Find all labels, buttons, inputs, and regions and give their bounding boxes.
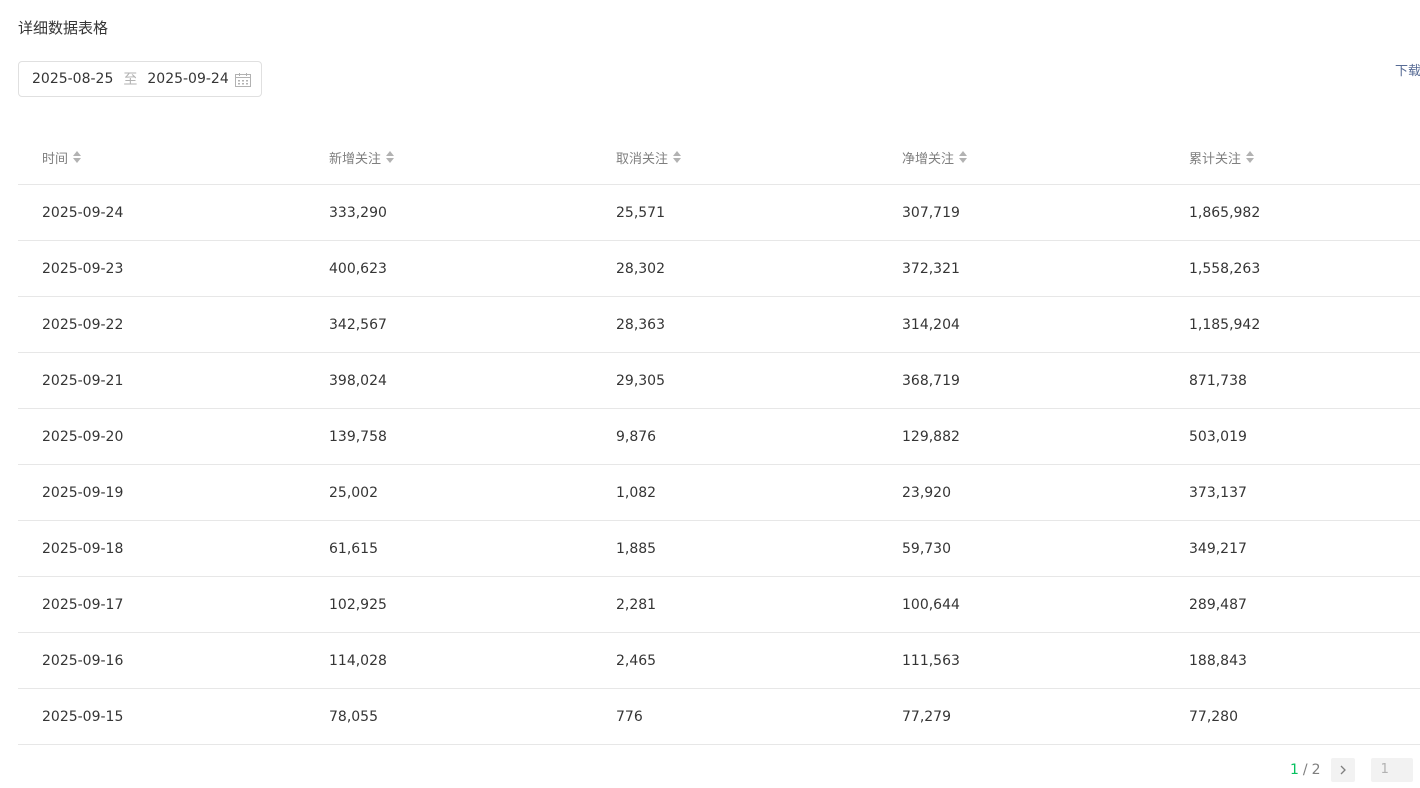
table-cell: 29,305 <box>616 372 665 389</box>
table-cell: 188,843 <box>1189 652 1247 669</box>
table-cell: 2025-09-21 <box>42 372 124 389</box>
data-table-panel: 详细数据表格 2025-08-25 至 2025-09-24 下载 时间 新增关注… <box>0 0 1420 788</box>
sort-icon[interactable] <box>958 150 968 164</box>
column-header-label: 净增关注 <box>902 151 955 167</box>
table-cell: 2025-09-16 <box>42 652 124 669</box>
table-cell: 2025-09-24 <box>42 204 124 221</box>
sort-icon[interactable] <box>385 150 395 164</box>
table-cell: 139,758 <box>329 428 387 445</box>
table-row: 2025-09-23 400,623 28,302 372,321 1,558,263 <box>18 241 1420 297</box>
sort-icon[interactable] <box>672 150 682 164</box>
chevron-right-icon <box>1340 765 1346 775</box>
table-row: 2025-09-20 139,758 9,876 129,882 503,019 <box>18 409 1420 465</box>
end-date[interactable]: 2025-09-24 <box>147 71 228 87</box>
total-pages: 2 <box>1311 762 1321 778</box>
table-row: 2025-09-16 114,028 2,465 111,563 188,843 <box>18 633 1420 689</box>
table-cell: 25,002 <box>329 484 378 501</box>
table-cell: 373,137 <box>1189 484 1247 501</box>
table-cell: 1,885 <box>616 540 657 557</box>
table-cell: 2025-09-23 <box>42 260 124 277</box>
pagination: 1 / 2 1 <box>1290 758 1413 782</box>
table-cell: 2,465 <box>616 652 657 669</box>
next-page-button[interactable] <box>1330 758 1355 782</box>
column-header[interactable]: 累计关注 <box>1165 148 1420 167</box>
table-cell: 368,719 <box>902 372 960 389</box>
table-cell: 2025-09-20 <box>42 428 124 445</box>
column-header[interactable]: 取消关注 <box>592 148 878 167</box>
page-jump-input[interactable]: 1 <box>1370 758 1413 782</box>
table-cell: 28,363 <box>616 316 665 333</box>
column-header-label: 时间 <box>42 151 69 167</box>
column-header[interactable]: 净增关注 <box>878 148 1165 167</box>
table-cell: 871,738 <box>1189 372 1247 389</box>
table-cell: 342,567 <box>329 316 387 333</box>
table-cell: 111,563 <box>902 652 960 669</box>
table-cell: 61,615 <box>329 540 378 557</box>
table-cell: 2025-09-19 <box>42 484 124 501</box>
detail-table: 时间 新增关注 取消关注 净增关注 累计关注 2025-09-24 333,290 25,5… <box>18 130 1420 745</box>
sort-icon[interactable] <box>1245 150 1255 164</box>
column-header[interactable]: 新增关注 <box>305 148 592 167</box>
table-cell: 400,623 <box>329 260 387 277</box>
table-cell: 289,487 <box>1189 596 1247 613</box>
table-cell: 2025-09-22 <box>42 316 124 333</box>
table-row: 2025-09-22 342,567 28,363 314,204 1,185,942 <box>18 297 1420 353</box>
table-cell: 78,055 <box>329 708 378 725</box>
download-link[interactable]: 下载 <box>1395 63 1420 81</box>
table-cell: 9,876 <box>616 428 657 445</box>
column-header-label: 取消关注 <box>616 151 669 167</box>
table-header: 时间 新增关注 取消关注 净增关注 累计关注 <box>18 130 1420 185</box>
table-cell: 100,644 <box>902 596 960 613</box>
date-separator: 至 <box>123 72 138 88</box>
table-cell: 77,280 <box>1189 708 1238 725</box>
table-cell: 1,558,263 <box>1189 260 1261 277</box>
table-cell: 59,730 <box>902 540 951 557</box>
table-cell: 503,019 <box>1189 428 1247 445</box>
current-page: 1 <box>1290 762 1299 778</box>
table-cell: 23,920 <box>902 484 951 501</box>
table-cell: 372,321 <box>902 260 960 277</box>
table-cell: 28,302 <box>616 260 665 277</box>
column-header-label: 累计关注 <box>1189 151 1242 167</box>
start-date[interactable]: 2025-08-25 <box>32 71 113 87</box>
table-cell: 2,281 <box>616 596 657 613</box>
table-cell: 776 <box>616 708 643 725</box>
table-row: 2025-09-21 398,024 29,305 368,719 871,738 <box>18 353 1420 409</box>
table-row: 2025-09-19 25,002 1,082 23,920 373,137 <box>18 465 1420 521</box>
table-row: 2025-09-18 61,615 1,885 59,730 349,217 <box>18 521 1420 577</box>
column-header[interactable]: 时间 <box>18 148 305 167</box>
table-row: 2025-09-17 102,925 2,281 100,644 289,487 <box>18 577 1420 633</box>
table-cell: 2025-09-18 <box>42 540 124 557</box>
table-cell: 1,185,942 <box>1189 316 1261 333</box>
table-body: 2025-09-24 333,290 25,571 307,719 1,865,982 2… <box>18 185 1420 745</box>
page-separator: / <box>1302 762 1308 778</box>
table-cell: 2025-09-17 <box>42 596 124 613</box>
table-cell: 114,028 <box>329 652 387 669</box>
table-cell: 129,882 <box>902 428 960 445</box>
date-range-picker[interactable]: 2025-08-25 至 2025-09-24 <box>18 61 262 97</box>
table-cell: 1,865,982 <box>1189 204 1261 221</box>
table-cell: 314,204 <box>902 316 960 333</box>
table-cell: 349,217 <box>1189 540 1247 557</box>
table-row: 2025-09-15 78,055 776 77,279 77,280 <box>18 689 1420 745</box>
calendar-icon[interactable] <box>235 73 251 87</box>
table-cell: 398,024 <box>329 372 387 389</box>
table-cell: 102,925 <box>329 596 387 613</box>
table-cell: 1,082 <box>616 484 657 501</box>
table-cell: 77,279 <box>902 708 951 725</box>
table-cell: 25,571 <box>616 204 665 221</box>
table-cell: 2025-09-15 <box>42 708 124 725</box>
column-header-label: 新增关注 <box>329 151 382 167</box>
table-row: 2025-09-24 333,290 25,571 307,719 1,865,982 <box>18 185 1420 241</box>
sort-icon[interactable] <box>72 150 82 164</box>
section-title: 详细数据表格 <box>18 19 109 37</box>
table-cell: 307,719 <box>902 204 960 221</box>
table-cell: 333,290 <box>329 204 387 221</box>
